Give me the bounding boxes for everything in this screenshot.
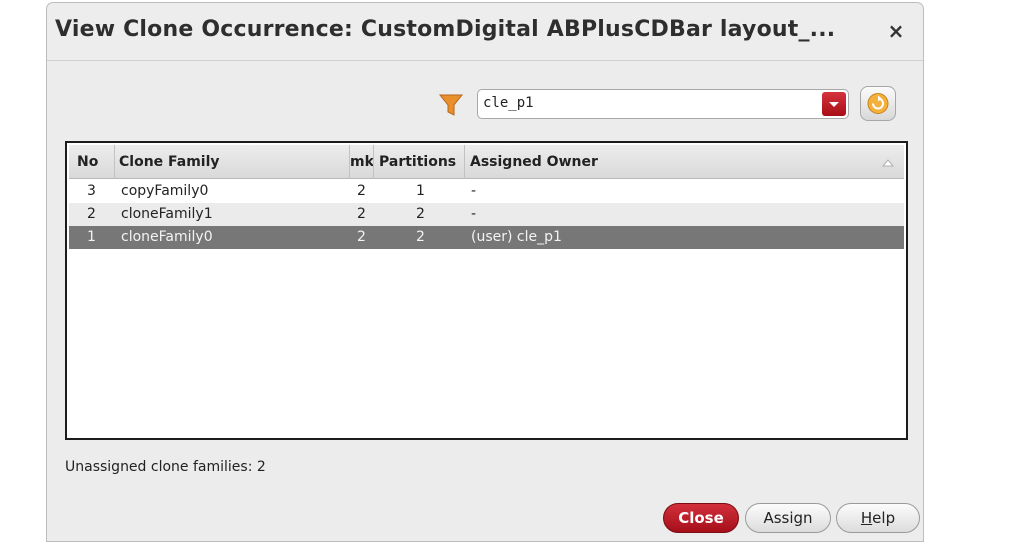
cell-no: 3: [87, 183, 96, 199]
column-header-partitions[interactable]: Partitions: [374, 145, 465, 179]
column-header-assigned-owner-label: Assigned Owner: [470, 154, 598, 170]
cell-assigned-owner: -: [471, 183, 477, 199]
help-mnemonic: H: [860, 509, 873, 527]
column-header-clone-family[interactable]: Clone Family: [115, 145, 350, 179]
column-header-members[interactable]: mk: [350, 145, 374, 179]
column-header-no[interactable]: No: [69, 145, 115, 179]
title-bar: View Clone Occurrence: CustomDigital ABP…: [47, 3, 923, 61]
refresh-button[interactable]: [860, 86, 896, 121]
column-header-assigned-owner[interactable]: Assigned Owner: [465, 145, 904, 179]
cell-members: 2: [357, 183, 366, 199]
table-row[interactable]: 3 copyFamily0 2 1 -: [69, 180, 904, 203]
help-button[interactable]: Help: [836, 503, 920, 533]
unassigned-families-status: Unassigned clone families: 2: [65, 459, 266, 475]
table-row[interactable]: 2 cloneFamily1 2 2 -: [69, 203, 904, 226]
close-icon[interactable]: ×: [885, 20, 907, 42]
help-label-rest: elp: [872, 509, 896, 527]
assign-button[interactable]: Assign: [745, 503, 831, 533]
close-button[interactable]: Close: [663, 503, 739, 533]
funnel-icon[interactable]: [437, 91, 465, 119]
cell-partitions: 2: [416, 206, 425, 222]
cell-clone-family: cloneFamily0: [121, 229, 213, 245]
cell-assigned-owner: -: [471, 206, 477, 222]
chevron-down-icon[interactable]: [822, 92, 846, 116]
dialog-title: View Clone Occurrence: CustomDigital ABP…: [55, 17, 836, 42]
clone-family-table[interactable]: No Clone Family mk Partitions Assigned O…: [65, 141, 908, 440]
cell-assigned-owner: (user) cle_p1: [471, 229, 562, 245]
clone-occurrence-dialog: View Clone Occurrence: CustomDigital ABP…: [46, 2, 924, 542]
cell-no: 2: [87, 206, 96, 222]
refresh-icon: [867, 93, 889, 114]
cell-members: 2: [357, 206, 366, 222]
cell-partitions: 1: [416, 183, 425, 199]
cell-clone-family: cloneFamily1: [121, 206, 213, 222]
cell-members: 2: [357, 229, 366, 245]
cell-clone-family: copyFamily0: [121, 183, 209, 199]
cell-partitions: 2: [416, 229, 425, 245]
sort-ascending-icon: [882, 159, 894, 167]
owner-filter-combobox[interactable]: cle_p1: [477, 89, 849, 119]
owner-filter-value: cle_p1: [483, 95, 534, 111]
table-row-selected[interactable]: 1 cloneFamily0 2 2 (user) cle_p1: [69, 226, 904, 249]
cell-no: 1: [87, 229, 96, 245]
table-header: No Clone Family mk Partitions Assigned O…: [69, 145, 904, 179]
